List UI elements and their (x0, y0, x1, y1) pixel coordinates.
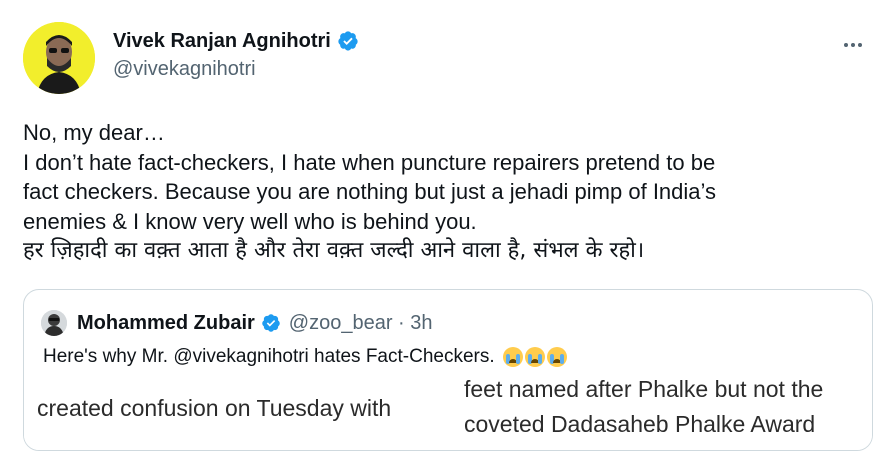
loudly-crying-face-icon (546, 346, 567, 367)
quote-verified-badge-icon (262, 314, 280, 332)
quote-text-content: Here's why Mr. @vivekagnihotri hates Fac… (43, 346, 495, 367)
quote-text: Here's why Mr. @vivekagnihotri hates Fac… (43, 346, 567, 368)
media-text-right-bottom: coveted Dadasaheb Phalke Award (464, 411, 816, 437)
quote-author-name[interactable]: Mohammed Zubair (77, 312, 255, 335)
tweet-header: Vivek Ranjan Agnihotri @vivekagnihotri (23, 22, 882, 96)
quote-avatar-image (41, 310, 67, 336)
media-text-right-top: feet named after Phalke but not the (464, 376, 824, 402)
avatar-image (23, 22, 95, 94)
quoted-tweet[interactable]: Mohammed Zubair @zoo_bear · 3h Here's wh… (23, 289, 873, 451)
tweet-line: fact checkers. Because you are nothing b… (23, 179, 717, 204)
author-handle[interactable]: @vivekagnihotri (113, 58, 359, 81)
author-avatar[interactable] (23, 22, 95, 94)
author-name[interactable]: Vivek Ranjan Agnihotri (113, 30, 331, 53)
verified-badge-icon (338, 31, 358, 51)
quote-media-image[interactable]: created confusion on Tuesday with feet n… (24, 376, 872, 450)
quote-author-handle[interactable]: @zoo_bear · 3h (289, 312, 433, 335)
loudly-crying-face-icon (524, 346, 545, 367)
tweet-line: I don’t hate fact-checkers, I hate when … (23, 149, 716, 175)
quote-author-avatar[interactable] (41, 310, 67, 336)
media-text-left: created confusion on Tuesday with (37, 395, 392, 421)
crying-emojis (502, 346, 567, 367)
loudly-crying-face-icon (502, 346, 523, 367)
tweet-text: No, my dear… I don’t hate fact-checkers, … (23, 118, 873, 266)
tweet-line: No, my dear… (23, 120, 165, 145)
tweet-line: enemies & I know very well who is behind… (23, 208, 477, 234)
more-options-icon[interactable] (838, 30, 868, 60)
tweet-line-hindi: हर ज़िहादी का वक़्त आता है और तेरा वक़्त… (23, 238, 645, 263)
